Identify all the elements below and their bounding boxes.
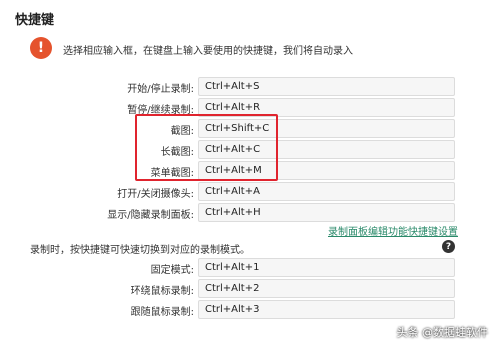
mode-input-around-mouse[interactable] xyxy=(198,279,455,298)
shortcut-label: 开始/停止录制: xyxy=(127,84,194,95)
shortcut-row-camera: 打开/关闭摄像头: xyxy=(0,182,500,203)
mode-row-fixed: 固定模式: xyxy=(0,258,500,279)
shortcut-input-panel[interactable] xyxy=(198,203,455,222)
page-title: 快捷键 xyxy=(15,13,55,28)
shortcut-input-long-screenshot[interactable] xyxy=(198,140,455,159)
shortcut-row-long-screenshot: 长截图: xyxy=(0,140,500,161)
exclamation-icon: ! xyxy=(30,37,52,59)
mode-input-follow-mouse[interactable] xyxy=(198,300,455,319)
shortcut-input-menu-screenshot[interactable] xyxy=(198,161,455,180)
settings-link[interactable]: 录制面板编辑功能快捷键设置 xyxy=(328,223,458,238)
shortcut-input-screenshot[interactable] xyxy=(198,119,455,138)
mode-row-around-mouse: 环绕鼠标录制: xyxy=(0,279,500,300)
shortcut-row-panel: 显示/隐藏录制面板: xyxy=(0,203,500,224)
shortcut-input-camera[interactable] xyxy=(198,182,455,201)
shortcut-label: 菜单截图: xyxy=(150,168,194,179)
mode-label: 跟随鼠标录制: xyxy=(130,307,194,318)
shortcut-row-start-stop: 开始/停止录制: xyxy=(0,77,500,98)
shortcut-label: 暂停/继续录制: xyxy=(127,105,194,116)
shortcut-row-screenshot: 截图: xyxy=(0,119,500,140)
mode-label: 固定模式: xyxy=(150,265,194,276)
mode-note: 录制时，按快捷键可快速切换到对应的录制模式。 xyxy=(30,245,250,256)
shortcut-label: 截图: xyxy=(170,126,194,137)
shortcut-input-start-stop[interactable] xyxy=(198,77,455,96)
mode-input-fixed[interactable] xyxy=(198,258,455,277)
question-icon[interactable]: ? xyxy=(442,240,455,253)
watermark: 头条 @数据蛙软件 xyxy=(396,326,489,339)
shortcut-label: 打开/关闭摄像头: xyxy=(117,189,194,200)
mode-label: 环绕鼠标录制: xyxy=(130,286,194,297)
shortcut-label: 显示/隐藏录制面板: xyxy=(107,210,194,221)
shortcut-label: 长截图: xyxy=(160,147,194,158)
info-text: 选择相应输入框，在键盘上输入要使用的快捷键，我们将自动录入 xyxy=(63,46,353,57)
shortcut-row-menu-screenshot: 菜单截图: xyxy=(0,161,500,182)
shortcut-row-pause-resume: 暂停/继续录制: xyxy=(0,98,500,119)
mode-row-follow-mouse: 跟随鼠标录制: xyxy=(0,300,500,321)
shortcut-input-pause-resume[interactable] xyxy=(198,98,455,117)
